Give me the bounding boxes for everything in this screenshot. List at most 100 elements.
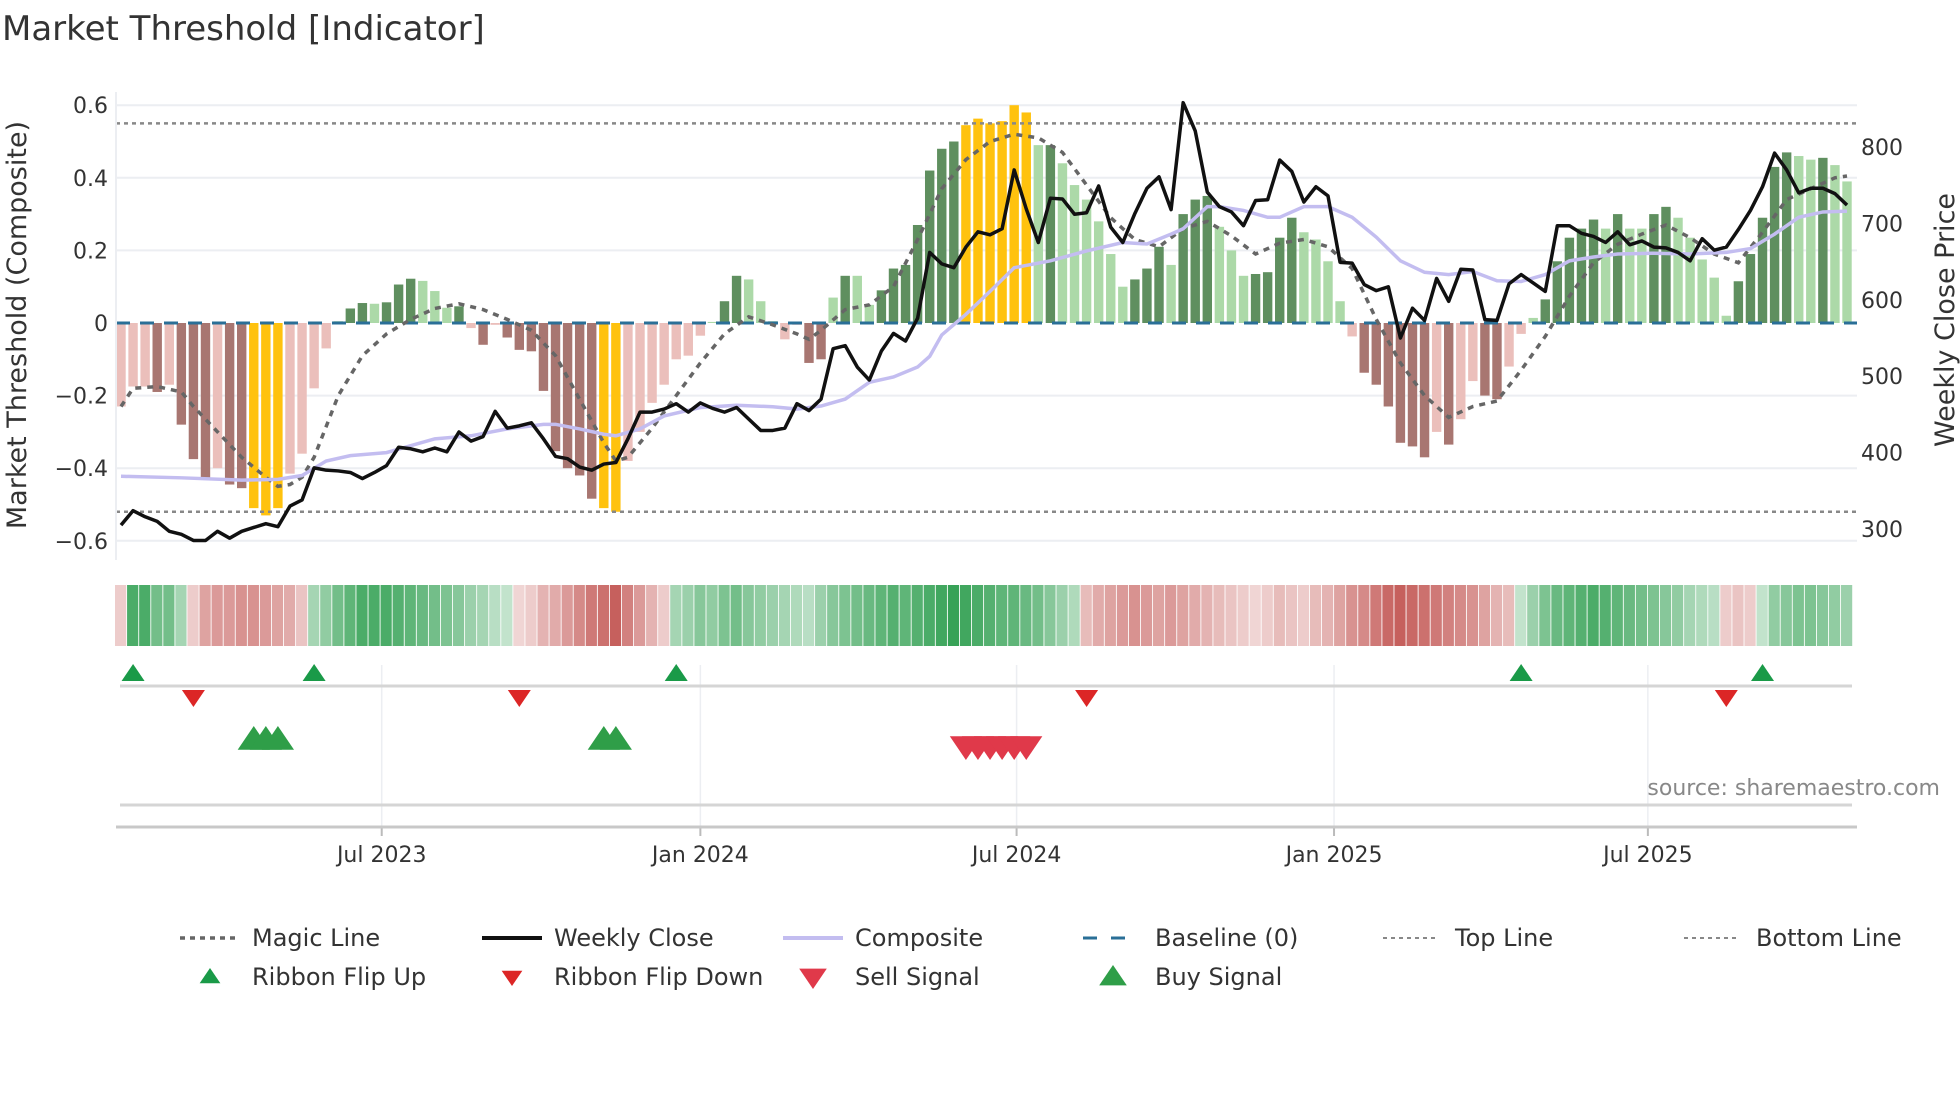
ribbon-cell <box>815 585 827 646</box>
composite-bar <box>1166 264 1176 323</box>
x-tick-label: Jul 2024 <box>970 843 1062 868</box>
ribbon-cell <box>730 585 742 646</box>
ribbon-cell <box>1478 585 1491 646</box>
ribbon-cell <box>682 585 694 646</box>
ribbon-cell <box>585 585 597 646</box>
y-tick-label-right: 700 <box>1861 212 1903 237</box>
legend-sell-label: Sell Signal <box>855 963 980 991</box>
x-tick-label: Jan 2024 <box>650 843 749 868</box>
composite-bar <box>1480 323 1490 396</box>
legend-flip_down-marker <box>501 970 523 986</box>
composite-bar <box>1311 239 1321 323</box>
composite-bar <box>574 323 585 476</box>
composite-bar <box>707 321 718 323</box>
ribbon-cell <box>1346 585 1358 646</box>
ribbon-cell <box>271 585 284 646</box>
ribbon-cell <box>1044 585 1056 646</box>
ribbon-cell <box>899 585 911 646</box>
composite-bar <box>490 323 500 325</box>
composite-bar <box>237 323 247 489</box>
ribbon-cell <box>489 585 501 646</box>
ribbon-cell <box>802 585 815 646</box>
composite-bar <box>683 323 693 356</box>
composite-bar <box>381 302 392 323</box>
ribbon-cell <box>1237 585 1249 646</box>
ribbon-cell <box>1756 585 1768 646</box>
y-axis-label-right: Weekly Close Price <box>1930 193 1960 447</box>
composite-bar <box>188 323 199 460</box>
ribbon-cell <box>1659 585 1672 646</box>
ribbon-cell <box>1358 585 1370 646</box>
ribbon-cell <box>1418 585 1430 646</box>
ribbon-cell <box>428 585 441 646</box>
composite-bar <box>140 323 150 387</box>
ribbon-cell <box>1780 585 1792 646</box>
composite-bar <box>1492 323 1502 400</box>
ribbon-cell <box>356 585 368 646</box>
ribbon-cell <box>1732 585 1744 646</box>
ribbon-cell <box>344 585 356 646</box>
composite-bar <box>152 323 162 392</box>
ribbon-cell <box>1708 585 1720 646</box>
composite-bar <box>1214 226 1225 323</box>
ribbon-flip-down-marker <box>181 690 205 707</box>
ribbon-cell <box>549 585 561 646</box>
composite-bar <box>1516 323 1526 334</box>
ribbon-cell <box>634 585 646 646</box>
ribbon-cell <box>1285 585 1297 646</box>
ribbon-cell <box>778 585 791 646</box>
ribbon-flip-up-marker <box>1751 664 1775 681</box>
ribbon-cell <box>151 585 163 646</box>
ribbon-cell <box>501 585 513 646</box>
ribbon-cell <box>1334 585 1346 646</box>
ribbon-cell <box>1539 585 1551 646</box>
composite-bar <box>1709 277 1719 323</box>
composite-line <box>120 204 1848 482</box>
legend-flip_down-label: Ribbon Flip Down <box>554 963 763 991</box>
ribbon-cell <box>947 585 960 646</box>
composite-bar <box>695 323 706 336</box>
composite-bar <box>116 323 126 407</box>
composite-bar <box>309 323 319 389</box>
composite-bar <box>719 301 730 323</box>
composite-bar <box>804 323 814 363</box>
ribbon-cell <box>1744 585 1756 646</box>
composite-bar <box>128 323 138 387</box>
legend-sell-marker <box>799 968 827 989</box>
ribbon-cell <box>1370 585 1382 646</box>
ribbon-cell <box>1008 585 1020 646</box>
composite-bar <box>1118 286 1128 323</box>
composite-bar <box>538 323 549 391</box>
ribbon-flip-up-marker <box>664 664 688 681</box>
composite-bar <box>973 118 983 323</box>
ribbon-cell <box>1225 585 1237 646</box>
composite-bar <box>1130 279 1140 323</box>
composite-bar <box>1347 323 1357 337</box>
ribbon <box>115 585 1853 646</box>
ribbon-cell <box>1177 585 1189 646</box>
ribbon-cell <box>706 585 718 646</box>
ribbon-flip-up-marker <box>1509 664 1533 681</box>
ribbon-cell <box>380 585 392 646</box>
composite-bar <box>478 323 488 345</box>
x-tick-label: Jan 2025 <box>1284 843 1383 868</box>
ribbon-cell <box>670 585 682 646</box>
market-threshold-chart: Market Threshold [Indicator] 0.6 0.4 0.2 0 −… <box>2 9 1960 991</box>
ribbon-cell <box>1611 585 1623 646</box>
composite-bar <box>1275 237 1285 323</box>
ribbon-cell <box>754 585 766 646</box>
ribbon-cell <box>296 585 308 646</box>
ribbon-cell <box>1116 585 1129 646</box>
ribbon-cell <box>1816 585 1829 646</box>
ribbon-cell <box>1273 585 1285 646</box>
ribbon-cell <box>1020 585 1032 646</box>
composite-bar <box>297 323 307 454</box>
ribbon-cell <box>1684 585 1696 646</box>
ribbon-cell <box>1032 585 1044 646</box>
ribbon-cell <box>259 585 272 646</box>
ribbon-cell <box>1309 585 1322 646</box>
legend: Magic Line Weekly Close Composite Baseline … <box>180 924 1902 991</box>
ribbon-cell <box>646 585 658 646</box>
ribbon-cell <box>308 585 320 646</box>
ribbon-cell <box>1213 585 1225 646</box>
